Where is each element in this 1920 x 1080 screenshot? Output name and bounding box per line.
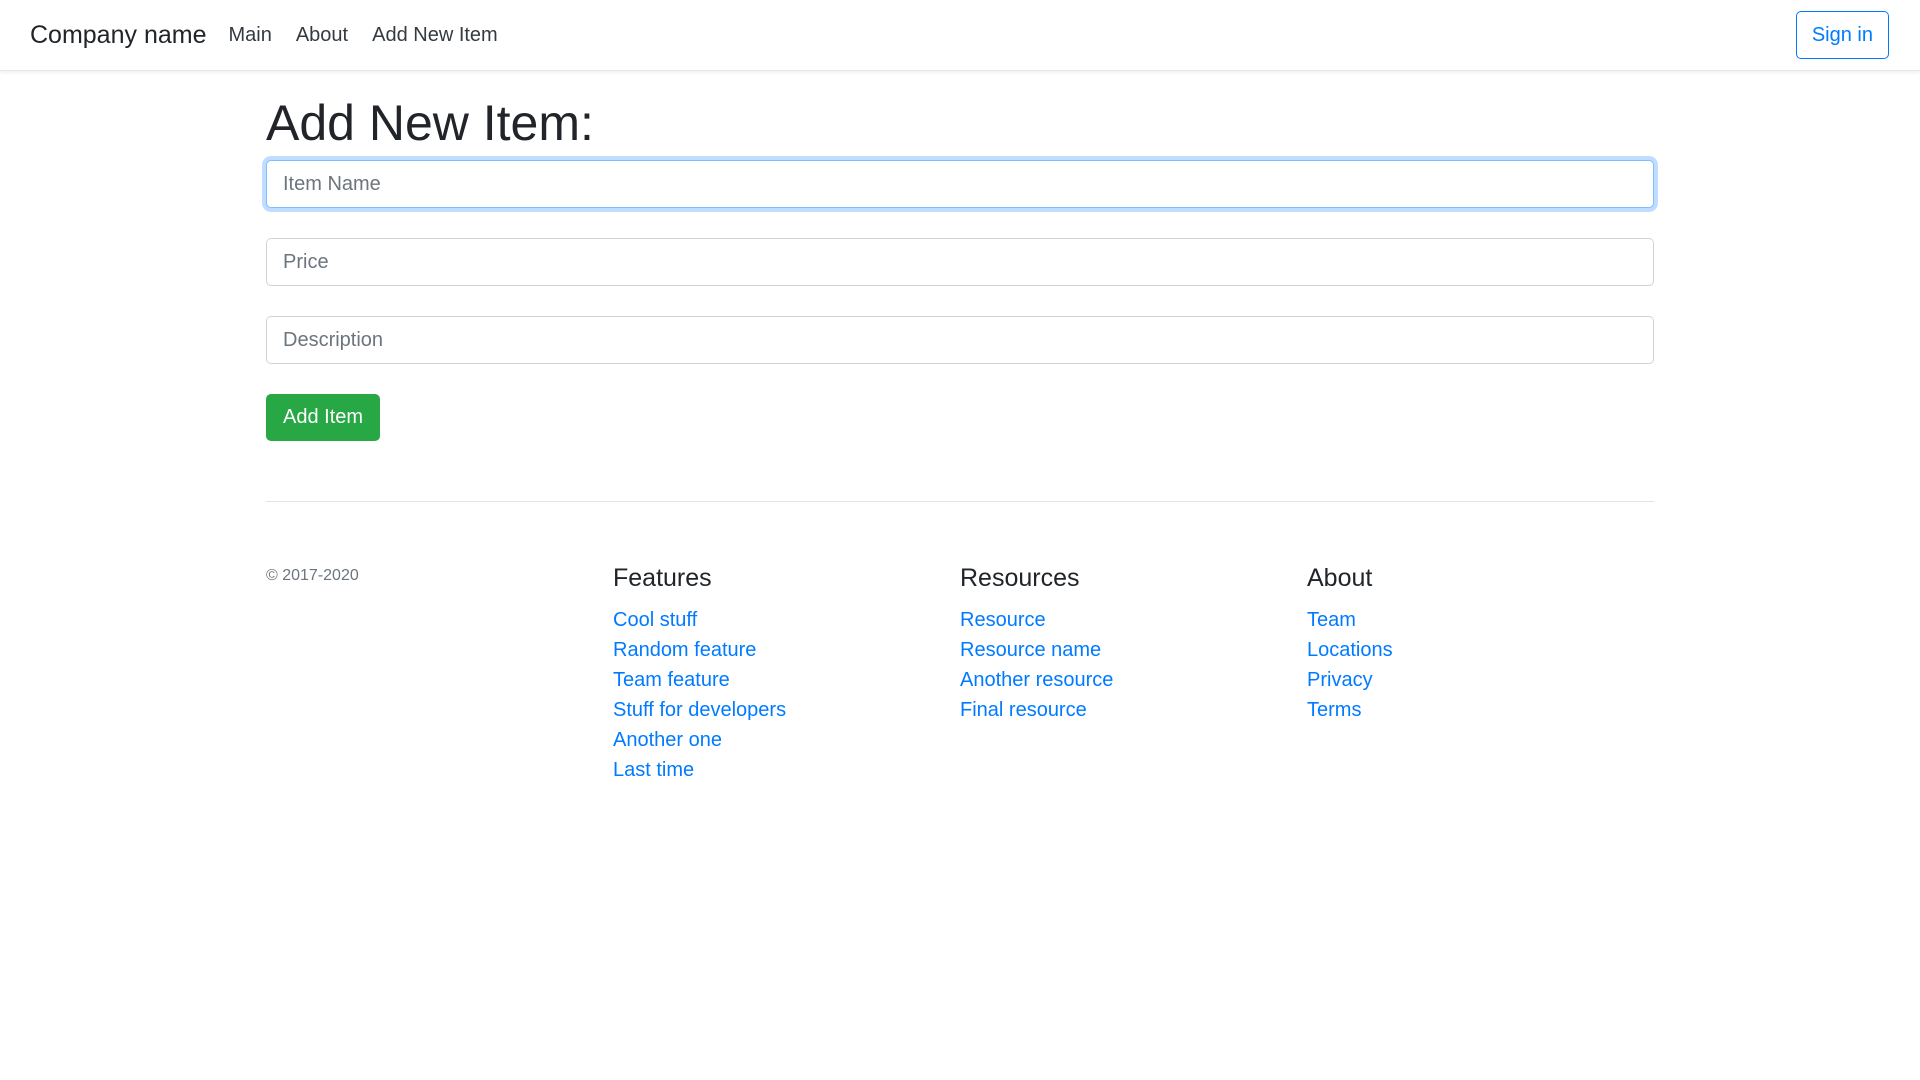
footer-link-privacy[interactable]: Privacy	[1307, 669, 1373, 691]
footer-link-team-feature[interactable]: Team feature	[613, 669, 730, 691]
footer-link-terms[interactable]: Terms	[1307, 699, 1361, 721]
list-item: Privacy	[1307, 665, 1639, 695]
footer-list-features: Cool stuff Random feature Team feature S…	[613, 605, 945, 785]
nav-links: Main About Add New Item	[216, 24, 509, 47]
add-item-form: Add Item	[266, 160, 1654, 441]
list-item: Another resource	[960, 665, 1292, 695]
footer-list-about: Team Locations Privacy Terms	[1307, 605, 1639, 725]
list-item: Resource name	[960, 635, 1292, 665]
footer-link-resource-name[interactable]: Resource name	[960, 639, 1101, 661]
footer-col-about: About Team Locations Privacy Terms	[1307, 563, 1654, 785]
list-item: Resource	[960, 605, 1292, 635]
footer-col-features: Features Cool stuff Random feature Team …	[613, 563, 960, 785]
page-title: Add New Item:	[266, 95, 594, 151]
list-item: Random feature	[613, 635, 945, 665]
main-container: Add New Item: Add Item	[266, 71, 1654, 441]
nav-link-about[interactable]: About	[284, 24, 360, 47]
footer-list-resources: Resource Resource name Another resource …	[960, 605, 1292, 725]
footer-col-resources: Resources Resource Resource name Another…	[960, 563, 1307, 785]
list-item: Team	[1307, 605, 1639, 635]
list-item: Cool stuff	[613, 605, 945, 635]
footer-link-team[interactable]: Team	[1307, 609, 1356, 631]
list-item: Stuff for developers	[613, 695, 945, 725]
add-item-button[interactable]: Add Item	[266, 394, 381, 441]
nav-link-add-new-item[interactable]: Add New Item	[360, 24, 510, 47]
footer-link-final-resource[interactable]: Final resource	[960, 699, 1087, 721]
list-item: Another one	[613, 725, 945, 755]
footer-heading-resources: Resources	[960, 564, 1080, 592]
navbar: Company name Main About Add New Item Sig…	[0, 0, 1920, 71]
footer-heading-features: Features	[613, 564, 712, 592]
footer-link-resource[interactable]: Resource	[960, 609, 1046, 631]
list-item: Last time	[613, 755, 945, 785]
footer-link-another-one[interactable]: Another one	[613, 729, 722, 751]
footer-link-last-time[interactable]: Last time	[613, 759, 694, 781]
footer-heading-about: About	[1307, 564, 1373, 592]
footer-divider	[266, 501, 1654, 502]
item-name-input[interactable]	[266, 160, 1654, 208]
price-input[interactable]	[266, 238, 1654, 286]
nav-link-main[interactable]: Main	[216, 24, 283, 47]
description-input[interactable]	[266, 316, 1654, 364]
footer-link-stuff-for-developers[interactable]: Stuff for developers	[613, 699, 786, 721]
brand-link[interactable]: Company name	[30, 21, 206, 50]
sign-in-button[interactable]: Sign in	[1795, 11, 1889, 59]
list-item: Locations	[1307, 635, 1639, 665]
footer: © 2017-2020 Features Cool stuff Random f…	[266, 563, 1654, 785]
footer-link-another-resource[interactable]: Another resource	[960, 669, 1113, 691]
list-item: Terms	[1307, 695, 1639, 725]
footer-link-cool-stuff[interactable]: Cool stuff	[613, 609, 697, 631]
footer-link-random-feature[interactable]: Random feature	[613, 639, 756, 661]
list-item: Team feature	[613, 665, 945, 695]
footer-col-copyright: © 2017-2020	[266, 563, 613, 785]
footer-link-locations[interactable]: Locations	[1307, 639, 1393, 661]
copyright-text: © 2017-2020	[266, 567, 359, 584]
list-item: Final resource	[960, 695, 1292, 725]
